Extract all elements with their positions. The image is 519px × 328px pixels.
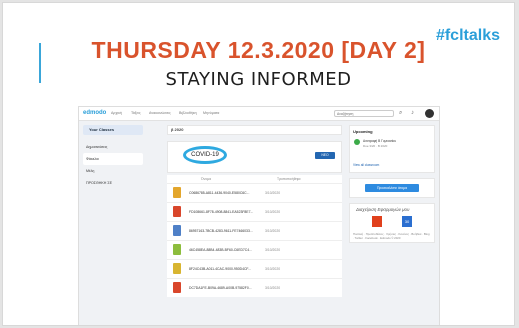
invite-panel: Προσκαλέστε άτομα: [349, 178, 435, 198]
table-row[interactable]: DC7DA1FE-B09A-4689-A00B-97582F0... 3/10/2…: [167, 278, 342, 297]
file-icon: [173, 244, 181, 255]
calendar-icon[interactable]: 30: [402, 216, 412, 227]
upcoming-panel: Upcoming Ανατροφή Β Γυμνασίου Due 3/20 ·…: [349, 125, 435, 173]
nav-home[interactable]: Αρχική: [111, 111, 122, 115]
office-icon[interactable]: [372, 216, 382, 227]
nav-library[interactable]: Βιβλιοθήκη: [179, 111, 197, 115]
apps-title: Διαχείριση Εφαρμογών μου: [356, 207, 410, 212]
file-name[interactable]: DC7DA1FE-B09A-4689-A00B-97582F0...: [189, 286, 252, 290]
file-date: 3/10/2020: [265, 229, 281, 233]
edmodo-logo[interactable]: edmodo: [83, 110, 106, 116]
right-column: Upcoming Ανατροφή Β Γυμνασίου Due 3/20 ·…: [349, 125, 435, 248]
file-name[interactable]: C0686785-A811-4436-9040-E580C6C...: [189, 191, 249, 195]
sidebar-item-posts[interactable]: Δημοσιεύσεις: [83, 141, 143, 153]
table-row[interactable]: C0686785-A811-4436-9040-E580C6C... 3/10/2…: [167, 183, 342, 202]
apps-panel: Διαχείριση Εφαρμογών μου 30 Πολιτική · Π…: [349, 203, 435, 243]
header-name: Όνομα: [201, 177, 212, 181]
file-icon: [173, 206, 181, 217]
slide-subtitle: STAYING INFORMED: [165, 69, 352, 90]
nav-classes[interactable]: Τάξεις: [131, 111, 141, 115]
event-title[interactable]: Ανατροφή Β Γυμνασίου: [363, 139, 396, 143]
upcoming-title: Upcoming: [353, 129, 373, 134]
slide: #fcltalks THURSDAY 12.3.2020 [DAY 2] STA…: [2, 2, 515, 326]
search-input[interactable]: Αναζήτηση: [334, 110, 394, 117]
file-name[interactable]: FD108661-8F78-4908-8841-EA523F8E7...: [189, 210, 253, 214]
table-row[interactable]: 46C458EA-88B4-483B-BF60-C6ED7C4... 3/10/2…: [167, 240, 342, 259]
file-icon: [173, 187, 181, 198]
file-icon: [173, 263, 181, 274]
view-all-link[interactable]: View all classroom: [350, 160, 382, 170]
search-icon[interactable]: ⌕: [399, 110, 402, 117]
header-modified: Τροποποιήθηκε: [277, 177, 301, 181]
avatar[interactable]: [425, 109, 434, 118]
nav-messages[interactable]: Μηνύματα: [203, 111, 219, 115]
file-list-header: Όνομα Τροποποιήθηκε: [167, 175, 342, 183]
bell-icon[interactable]: ♪: [411, 110, 414, 116]
file-name[interactable]: 86957163-7BCB-4283-9611-FE7466033...: [189, 229, 253, 233]
left-sidebar: Your Classes Δημοσιεύσεις Φάκελοι Μέλη Π…: [83, 125, 143, 189]
class-header: β 2020: [167, 125, 342, 135]
file-date: 3/10/2020: [265, 248, 281, 252]
footer-links: Πολιτική · Προϋποθέσεις · Χρήσεις · Κανό…: [353, 232, 430, 240]
invite-button[interactable]: Προσκαλέστε άτομα: [365, 184, 419, 192]
file-name[interactable]: 8F24C43B-A011-4CAC-9000-950D4CF...: [189, 267, 251, 271]
event-icon: [354, 139, 360, 145]
sidebar-item-members[interactable]: Μέλη: [83, 165, 143, 177]
event-subtitle: Due 3/20 · Β 2020: [363, 144, 388, 148]
new-button[interactable]: ΝΕΟ: [315, 152, 335, 159]
file-date: 3/10/2020: [265, 267, 281, 271]
file-list: C0686785-A811-4436-9040-E580C6C... 3/10/2…: [167, 183, 342, 297]
file-date: 3/10/2020: [265, 191, 281, 195]
file-date: 3/10/2020: [265, 286, 281, 290]
file-icon: [173, 225, 181, 236]
sidebar-item-add[interactable]: ΠΡΟΣΘΗΚΗ ΣΕ: [83, 177, 143, 189]
folder-card: COVID-19 ΝΕΟ: [167, 141, 342, 173]
table-row[interactable]: FD108661-8F78-4908-8841-EA523F8E7... 3/10…: [167, 202, 342, 221]
slide-title: THURSDAY 12.3.2020 [DAY 2]: [91, 37, 426, 63]
your-classes-button[interactable]: Your Classes: [83, 125, 143, 135]
nav-announcements[interactable]: Ανακοινώσεις: [149, 111, 171, 115]
edmodo-topbar: edmodo Αρχική Τάξεις Ανακοινώσεις Βιβλιο…: [79, 107, 439, 121]
sidebar-item-folders[interactable]: Φάκελοι: [83, 153, 143, 165]
file-icon: [173, 282, 181, 293]
main-content: β 2020 COVID-19 ΝΕΟ Όνομα Τροποποιήθηκε …: [167, 125, 342, 297]
folder-name-highlight: COVID-19: [183, 146, 227, 164]
file-date: 3/10/2020: [265, 210, 281, 214]
table-row[interactable]: 8F24C43B-A011-4CAC-9000-950D4CF... 3/10/2…: [167, 259, 342, 278]
edmodo-screenshot: edmodo Αρχική Τάξεις Ανακοινώσεις Βιβλιο…: [78, 106, 440, 325]
app-icons: 30: [350, 212, 434, 230]
file-name[interactable]: 46C458EA-88B4-483B-BF60-C6ED7C4...: [189, 248, 252, 252]
table-row[interactable]: 86957163-7BCB-4283-9611-FE7466033... 3/10…: [167, 221, 342, 240]
